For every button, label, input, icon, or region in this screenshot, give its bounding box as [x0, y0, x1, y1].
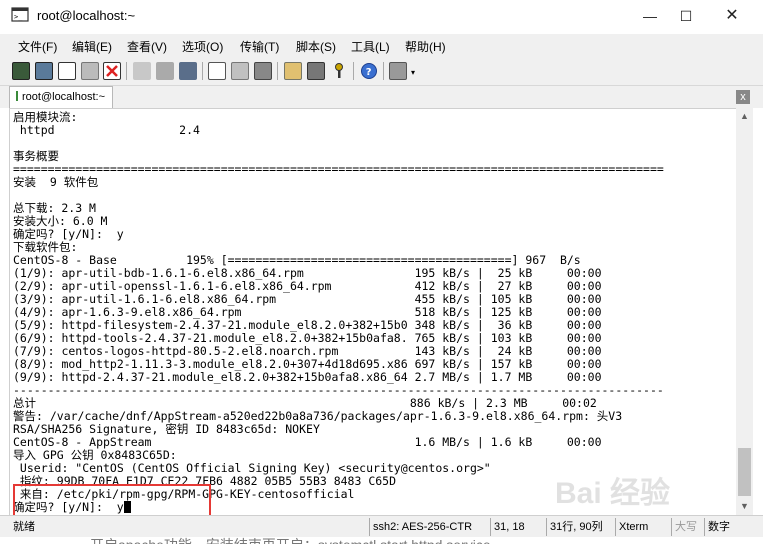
toolbar-separator: [353, 62, 354, 80]
terminal-line: 安装 9 软件包: [13, 175, 99, 189]
maximize-button[interactable]: ☐: [663, 0, 709, 32]
key-icon[interactable]: [330, 62, 348, 80]
terminal-line: 总下载: 2.3 M: [13, 201, 96, 215]
caption: 开启apache功能，安装结束再开启：systemctl start httpd…: [90, 535, 491, 544]
svg-text:>_: >_: [14, 13, 23, 21]
find-icon[interactable]: [179, 62, 197, 80]
vertical-scrollbar[interactable]: ▲ ▼: [736, 108, 753, 515]
close-tab-icon[interactable]: x: [736, 90, 750, 104]
menu-options[interactable]: 选项(O): [182, 38, 223, 55]
disconnect-all-icon[interactable]: [103, 62, 121, 80]
global-options-icon[interactable]: [307, 62, 325, 80]
print-icon[interactable]: [231, 62, 249, 80]
tab-label: root@localhost:~: [22, 91, 106, 103]
status-terminal-size: 31行, 90列: [546, 518, 612, 536]
terminal-app-icon: >_: [11, 7, 29, 22]
session-options-icon[interactable]: [284, 62, 302, 80]
status-terminal-type: Xterm: [615, 518, 667, 536]
toolbar-separator: [126, 62, 127, 80]
status-bar: 就绪 ssh2: AES-256-CTR 31, 18 31行, 90列 Xte…: [0, 515, 763, 537]
scroll-down-icon[interactable]: ▼: [736, 498, 753, 515]
toolbar-separator: [277, 62, 278, 80]
menu-bar: 文件(F) 编辑(E) 查看(V) 选项(O) 传输(T) 脚本(S) 工具(L…: [0, 34, 763, 56]
screen-icon[interactable]: [389, 62, 407, 80]
print-setup-icon[interactable]: [208, 62, 226, 80]
menu-help[interactable]: 帮助(H): [405, 38, 446, 55]
reconnect-icon[interactable]: [58, 62, 76, 80]
session-tab-bar: root@localhost:~: [0, 86, 763, 108]
paste-icon[interactable]: [156, 62, 174, 80]
toolbar-separator: [383, 62, 384, 80]
new-session-icon[interactable]: [12, 62, 30, 80]
status-connection: ssh2: AES-256-CTR: [369, 518, 483, 536]
window-title: root@localhost:~: [37, 8, 136, 23]
terminal-line: 确定吗? [y/N]: y: [13, 227, 124, 241]
status-num-lock: 数字: [704, 518, 734, 536]
scroll-up-icon[interactable]: ▲: [736, 108, 753, 125]
toolbar: ? ▾: [0, 56, 763, 86]
scrollbar-thumb[interactable]: [738, 448, 751, 496]
toolbar-separator: [202, 62, 203, 80]
help-icon[interactable]: ?: [360, 62, 378, 80]
terminal-lines: 启用模块流: httpd 2.4 事务概要 ====================…: [13, 111, 664, 514]
status-caps-lock: 大写: [671, 518, 701, 536]
menu-file[interactable]: 文件(F): [18, 38, 57, 55]
menu-tools[interactable]: 工具(L): [351, 38, 390, 55]
log-icon[interactable]: [254, 62, 272, 80]
menu-transfer[interactable]: 传输(T): [240, 38, 279, 55]
terminal-line: ========================================…: [13, 162, 664, 176]
menu-view[interactable]: 查看(V): [127, 38, 167, 55]
title-bar: >_ root@localhost:~ — ☐ ✕: [0, 0, 763, 32]
open-session-icon[interactable]: [35, 62, 53, 80]
terminal-line: httpd 2.4: [13, 123, 200, 137]
watermark: Bai 经验: [555, 477, 671, 510]
disconnect-icon[interactable]: [81, 62, 99, 80]
status-ready: 就绪: [13, 521, 35, 533]
menu-edit[interactable]: 编辑(E): [72, 38, 112, 55]
tab-root-localhost[interactable]: root@localhost:~: [9, 86, 113, 108]
svg-text:?: ?: [366, 67, 372, 78]
menu-script[interactable]: 脚本(S): [296, 38, 336, 55]
status-cursor-position: 31, 18: [490, 518, 542, 536]
screen-dropdown-chevron-icon[interactable]: ▾: [409, 62, 417, 80]
session-status-icon: [16, 91, 18, 101]
copy-icon[interactable]: [133, 62, 151, 80]
close-button[interactable]: ✕: [709, 0, 755, 32]
terminal-output[interactable]: 启用模块流: httpd 2.4 事务概要 ====================…: [9, 108, 736, 515]
highlight-box: [13, 484, 211, 515]
